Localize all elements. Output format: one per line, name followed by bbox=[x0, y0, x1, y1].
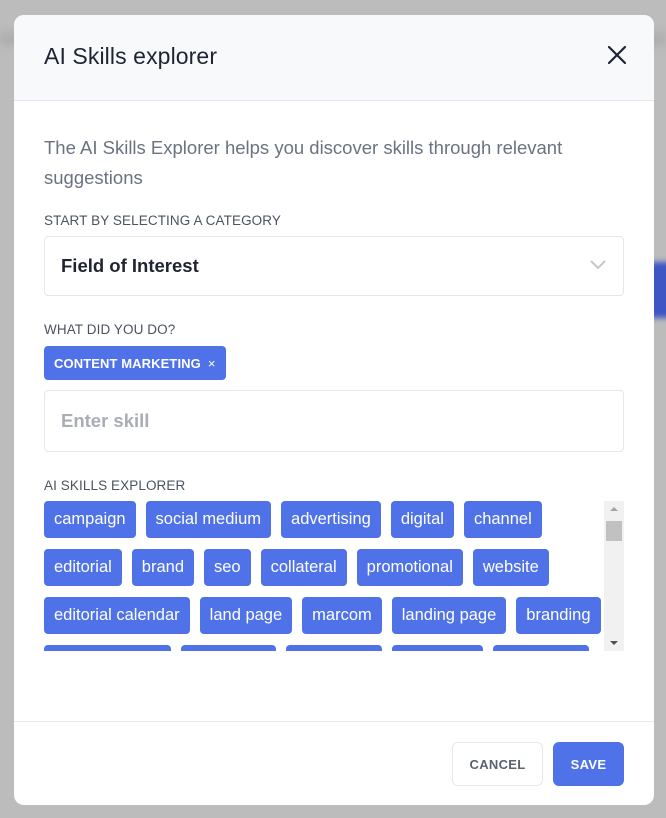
scroll-up-arrow-icon[interactable] bbox=[604, 501, 624, 517]
skill-suggestion[interactable]: advertising bbox=[281, 501, 381, 538]
skill-suggestion[interactable]: social medium bbox=[145, 501, 272, 538]
skill-suggestion[interactable]: digital bbox=[390, 501, 454, 538]
skill-suggestion[interactable]: brand bbox=[131, 549, 194, 586]
ai-skills-explorer-label: AI SKILLS EXPLORER bbox=[44, 478, 186, 493]
category-selected-value: Field of Interest bbox=[61, 255, 199, 276]
selected-skill-chip: CONTENT MARKETING × bbox=[44, 346, 226, 380]
skill-suggestion-clipped[interactable] bbox=[44, 645, 171, 651]
remove-chip-icon[interactable]: × bbox=[208, 356, 216, 371]
skill-suggestion[interactable]: editorial calendar bbox=[44, 597, 190, 634]
ai-skills-explorer-dialog: AI Skills explorer The AI Skills Explore… bbox=[14, 15, 654, 805]
skill-suggestion[interactable]: seo bbox=[204, 549, 251, 586]
skill-suggestion[interactable]: branding bbox=[516, 597, 601, 634]
dialog-footer: CANCEL SAVE bbox=[14, 721, 654, 805]
skill-suggestion-clipped[interactable] bbox=[493, 645, 589, 651]
save-button[interactable]: SAVE bbox=[553, 742, 624, 786]
skill-suggestion[interactable]: land page bbox=[199, 597, 293, 634]
close-icon bbox=[607, 45, 627, 65]
skill-suggestion-clipped[interactable] bbox=[286, 645, 382, 651]
enter-skill-input[interactable] bbox=[44, 390, 624, 452]
skill-suggestion[interactable]: collateral bbox=[260, 549, 347, 586]
skill-suggestion[interactable]: landing page bbox=[391, 597, 507, 634]
skill-suggestion[interactable]: channel bbox=[463, 501, 542, 538]
dialog-header: AI Skills explorer bbox=[14, 15, 654, 101]
skill-suggestions-list: campaign social medium advertising digit… bbox=[44, 501, 602, 651]
dialog-title: AI Skills explorer bbox=[44, 43, 218, 69]
close-button[interactable] bbox=[606, 44, 628, 66]
selected-skill-chip-label: CONTENT MARKETING bbox=[54, 355, 201, 371]
cancel-button[interactable]: CANCEL bbox=[452, 742, 543, 786]
category-label: START BY SELECTING A CATEGORY bbox=[44, 213, 281, 228]
chevron-down-icon bbox=[590, 260, 606, 270]
skill-suggestion[interactable]: website bbox=[472, 549, 549, 586]
dialog-body: The AI Skills Explorer helps you discove… bbox=[14, 133, 654, 651]
skill-suggestions-panel: campaign social medium advertising digit… bbox=[44, 501, 624, 651]
skill-suggestion[interactable]: campaign bbox=[44, 501, 136, 538]
intro-text: The AI Skills Explorer helps you discove… bbox=[44, 137, 563, 188]
skill-suggestion[interactable]: promotional bbox=[356, 549, 463, 586]
what-did-you-do-label: WHAT DID YOU DO? bbox=[44, 322, 176, 337]
skill-suggestion[interactable]: marcom bbox=[302, 597, 382, 634]
skill-suggestion-clipped[interactable] bbox=[392, 645, 483, 651]
skill-suggestion-clipped[interactable] bbox=[181, 645, 276, 651]
skill-suggestion[interactable]: editorial bbox=[44, 549, 122, 586]
scrollbar-thumb[interactable] bbox=[606, 521, 622, 541]
scroll-down-arrow-icon[interactable] bbox=[604, 635, 624, 651]
category-select[interactable]: Field of Interest bbox=[44, 236, 624, 296]
suggestions-scrollbar[interactable] bbox=[604, 501, 624, 651]
